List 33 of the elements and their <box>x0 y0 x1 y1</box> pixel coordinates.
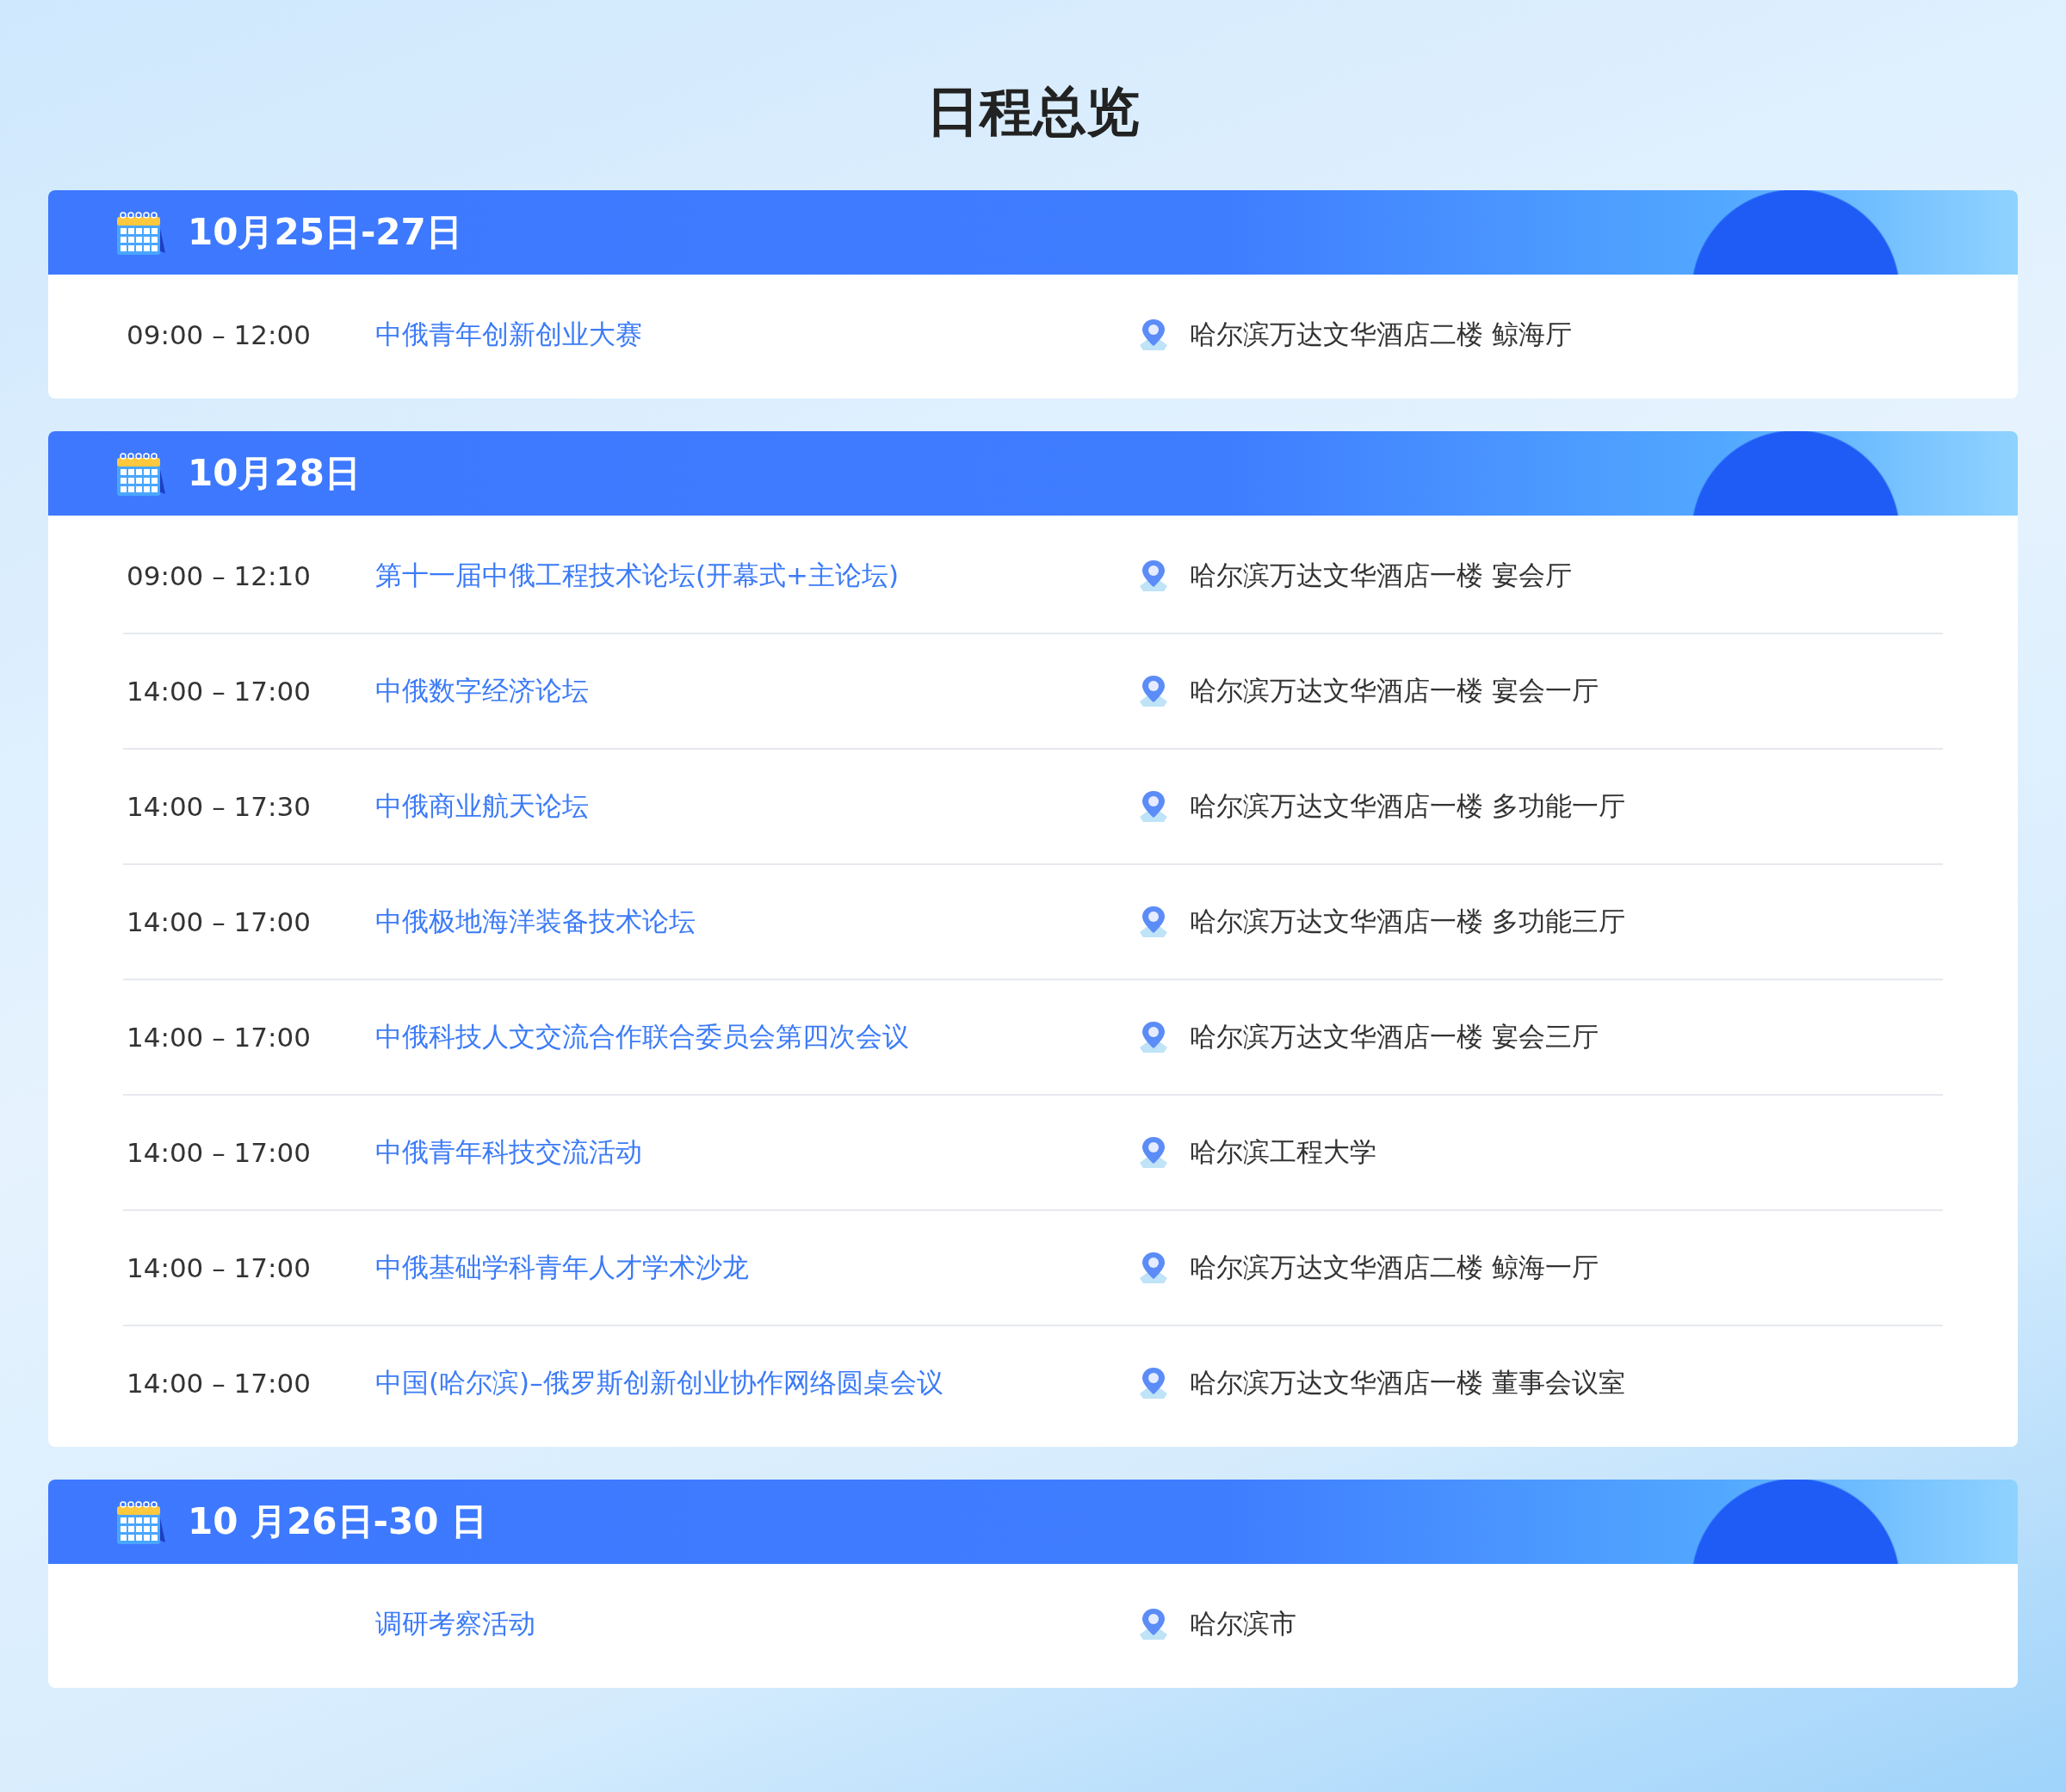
date-heading: 10月25日-27日 <box>188 209 462 255</box>
event-title-link[interactable]: 中俄青年创新创业大赛 <box>375 316 1136 353</box>
event-title-link[interactable]: 中俄极地海洋装备技术论坛 <box>375 903 1136 940</box>
venue-text: 哈尔滨万达文华酒店一楼 多功能三厅 <box>1190 904 1625 938</box>
venue-text: 哈尔滨万达文华酒店二楼 鲸海一厅 <box>1190 1250 1599 1284</box>
event-title-link[interactable]: 中俄数字经济论坛 <box>375 672 1136 709</box>
event-title-link[interactable]: 中俄青年科技交流活动 <box>375 1134 1136 1171</box>
time-range: 09:00 – 12:00 <box>126 318 312 350</box>
venue-text: 哈尔滨万达文华酒店一楼 宴会厅 <box>1190 558 1572 592</box>
venue-text: 哈尔滨工程大学 <box>1190 1134 1376 1169</box>
event-title-link[interactable]: 第十一届中俄工程技术论坛(开幕式+主论坛) <box>375 557 1136 594</box>
event-title-link[interactable]: 调研考察活动 <box>375 1605 1136 1642</box>
venue-text: 哈尔滨万达文华酒店一楼 宴会一厅 <box>1190 673 1599 708</box>
time-range: 14:00 – 17:00 <box>126 675 312 707</box>
event-title-link[interactable]: 中国(哈尔滨)–俄罗斯创新创业协作网络圆桌会议 <box>375 1364 1136 1401</box>
venue-text: 哈尔滨万达文华酒店一楼 多功能一厅 <box>1190 788 1625 823</box>
time-range: 14:00 – 17:00 <box>126 1251 312 1283</box>
event-title-link[interactable]: 中俄商业航天论坛 <box>375 788 1136 825</box>
time-range: 14:00 – 17:30 <box>126 790 312 822</box>
time-range: 14:00 – 17:00 <box>126 1367 312 1399</box>
venue-text: 哈尔滨万达文华酒店一楼 宴会三厅 <box>1190 1019 1599 1054</box>
venue-text: 哈尔滨万达文华酒店一楼 董事会议室 <box>1190 1365 1625 1400</box>
date-heading: 10 月26日-30 日 <box>188 1498 488 1544</box>
event-title-link[interactable]: 中俄基础学科青年人才学术沙龙 <box>375 1249 1136 1286</box>
time-range: 14:00 – 17:00 <box>126 905 312 937</box>
time-range: 14:00 – 17:00 <box>126 1021 312 1053</box>
event-title-link[interactable]: 中俄科技人文交流合作联合委员会第四次会议 <box>375 1018 1136 1055</box>
date-heading: 10月28日 <box>188 450 361 496</box>
page-title: 日程总览 <box>925 79 1141 145</box>
time-range: 09:00 – 12:10 <box>126 559 312 591</box>
venue-text: 哈尔滨市 <box>1190 1606 1296 1641</box>
time-range: 14:00 – 17:00 <box>126 1136 312 1168</box>
venue-text: 哈尔滨万达文华酒店二楼 鲸海厅 <box>1190 317 1572 351</box>
